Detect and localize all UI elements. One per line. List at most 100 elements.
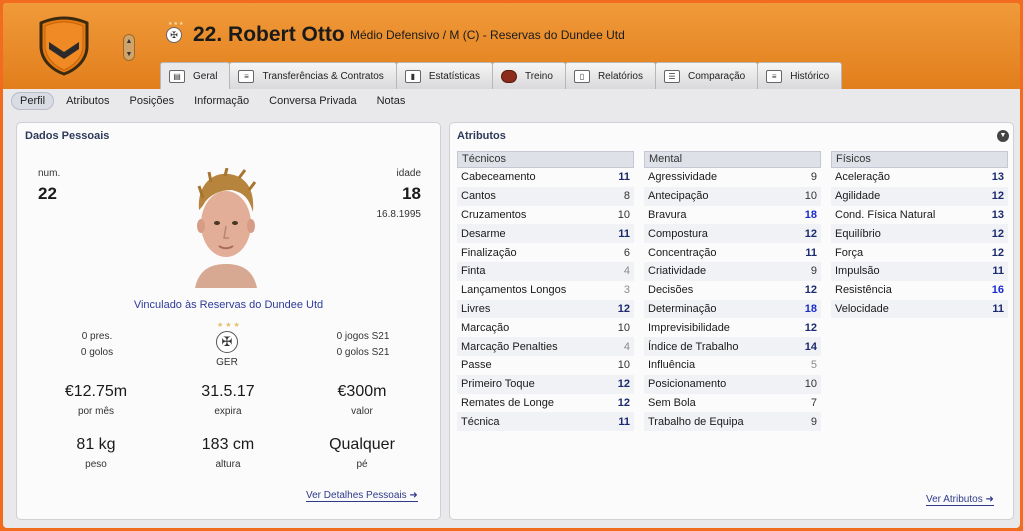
- tab-historico[interactable]: ≡ Histórico: [757, 62, 843, 89]
- attribute-name: Compostura: [648, 227, 708, 240]
- attribute-value: 5: [810, 359, 817, 372]
- attribute-row[interactable]: Impulsão 11: [831, 261, 1008, 281]
- subnav-posicoes[interactable]: Posições: [129, 95, 174, 107]
- view-attributes-link[interactable]: Ver Atributos ➜: [926, 494, 994, 506]
- attribute-row[interactable]: Cond. Física Natural 13: [831, 206, 1008, 225]
- tab-estatisticas[interactable]: ▮ Estatísticas: [395, 62, 493, 89]
- tab-label: Geral: [193, 70, 218, 82]
- attribute-name: Agressividade: [648, 171, 718, 184]
- attribute-value: 13: [991, 171, 1004, 184]
- attribute-name: Bravura: [648, 208, 687, 221]
- tab-transferencias[interactable]: ≡ Transferências & Contratos: [229, 62, 397, 89]
- view-personal-details-link[interactable]: Ver Detalhes Pessoais ➜: [306, 490, 418, 502]
- tab-label: Relatórios: [597, 70, 643, 82]
- attribute-name: Aceleração: [835, 171, 891, 184]
- number-label: num.: [38, 168, 61, 179]
- attribute-row[interactable]: Finalização 6: [457, 243, 634, 262]
- attribute-row[interactable]: Força 12: [831, 243, 1008, 262]
- attribute-row[interactable]: Determinação 18: [644, 299, 821, 319]
- attribute-value: 10: [804, 190, 817, 203]
- document-icon: ≡: [238, 69, 255, 83]
- market-value: €300m: [337, 383, 387, 400]
- attribute-row[interactable]: Índice de Trabalho 14: [644, 337, 821, 356]
- attribute-row[interactable]: Cabeceamento 11: [457, 168, 634, 187]
- attribute-row[interactable]: Livres 12: [457, 299, 634, 319]
- physical-attributes-column: Físicos Aceleração 13 Agilidade 12 Cond. Fís…: [831, 151, 1008, 319]
- attribute-name: Decisões: [648, 284, 694, 297]
- attribute-name: Concentração: [648, 246, 717, 259]
- attribute-row[interactable]: Velocidade 11: [831, 299, 1008, 319]
- attribute-row[interactable]: Passe 10: [457, 356, 634, 375]
- attribute-value: 11: [805, 246, 817, 259]
- attribute-row[interactable]: Posicionamento 10: [644, 374, 821, 394]
- attribute-value: 11: [992, 265, 1004, 278]
- subnav-atributos[interactable]: Atributos: [66, 95, 109, 107]
- attribute-value: 9: [810, 265, 817, 278]
- attribute-row[interactable]: Aceleração 13: [831, 168, 1008, 187]
- attribute-name: Equilíbrio: [835, 227, 881, 240]
- attribute-row[interactable]: Lançamentos Longos 3: [457, 281, 634, 300]
- subnav-conversa-privada[interactable]: Conversa Privada: [269, 95, 356, 107]
- attribute-row[interactable]: Decisões 12: [644, 281, 821, 300]
- attribute-value: 11: [618, 415, 630, 428]
- attribute-row[interactable]: Equilíbrio 12: [831, 224, 1008, 244]
- attribute-value: 18: [804, 302, 817, 315]
- u21-appearances: 0 jogos S21: [336, 331, 390, 342]
- attribute-row[interactable]: Finta 4: [457, 261, 634, 281]
- player-switch-stepper[interactable]: ▲ ▼: [123, 34, 135, 61]
- tab-geral[interactable]: ▤ Geral: [160, 62, 231, 89]
- attribute-name: Trabalho de Equipa: [648, 415, 744, 428]
- attribute-row[interactable]: Concentração 11: [644, 243, 821, 262]
- attribute-row[interactable]: Influência 5: [644, 356, 821, 375]
- attribute-name: Imprevisibilidade: [648, 321, 730, 334]
- tab-label: Transferências & Contratos: [262, 70, 384, 82]
- attribute-value: 4: [623, 265, 630, 278]
- attribute-row[interactable]: Técnica 11: [457, 412, 634, 432]
- attribute-row[interactable]: Criatividade 9: [644, 261, 821, 281]
- attribute-name: Resistência: [835, 284, 892, 297]
- attribute-row[interactable]: Agressividade 9: [644, 168, 821, 187]
- subnav-notas[interactable]: Notas: [377, 95, 406, 107]
- tab-label: Estatísticas: [428, 70, 480, 82]
- attribute-name: Antecipação: [648, 190, 709, 203]
- height-label: altura: [215, 459, 241, 470]
- player-name: 22. Robert Otto: [193, 23, 345, 46]
- attribute-value: 12: [804, 227, 817, 240]
- value-label: valor: [351, 406, 373, 417]
- chevron-down-icon[interactable]: ▼: [997, 130, 1009, 142]
- attribute-row[interactable]: Resistência 16: [831, 281, 1008, 300]
- mental-header: Mental: [644, 151, 821, 168]
- attribute-row[interactable]: Antecipação 10: [644, 186, 821, 206]
- attribute-row[interactable]: Marcação Penalties 4: [457, 337, 634, 356]
- tab-comparacao[interactable]: ☰ Comparação: [654, 62, 759, 89]
- chevron-down-icon[interactable]: ▼: [124, 48, 134, 61]
- tab-relatorios[interactable]: ▯ Relatórios: [564, 62, 656, 89]
- weight-label: peso: [85, 459, 107, 470]
- attribute-row[interactable]: Agilidade 12: [831, 186, 1008, 206]
- squad-number: 22: [38, 184, 57, 203]
- attribute-row[interactable]: Compostura 12: [644, 224, 821, 244]
- age-value: 18: [402, 184, 421, 203]
- club-contract-link[interactable]: Vinculado às Reservas do Dundee Utd: [16, 299, 441, 311]
- attribute-row[interactable]: Sem Bola 7: [644, 394, 821, 413]
- attribute-row[interactable]: Imprevisibilidade 12: [644, 318, 821, 337]
- attribute-row[interactable]: Bravura 18: [644, 206, 821, 225]
- attribute-row[interactable]: Cruzamentos 10: [457, 206, 634, 225]
- attribute-row[interactable]: Primeiro Toque 12: [457, 374, 634, 394]
- attribute-name: Força: [835, 246, 864, 259]
- germany-flag-icon: ✠: [216, 331, 238, 353]
- chevron-up-icon[interactable]: ▲: [124, 35, 134, 48]
- attribute-row[interactable]: Desarme 11: [457, 224, 634, 244]
- attribute-name: Posicionamento: [648, 378, 727, 391]
- subnav-informacao[interactable]: Informação: [194, 95, 249, 107]
- attribute-row[interactable]: Marcação 10: [457, 318, 634, 337]
- history-icon: ≡: [766, 69, 783, 83]
- attribute-value: 9: [810, 171, 817, 184]
- attribute-name: Índice de Trabalho: [648, 340, 739, 353]
- attribute-row[interactable]: Cantos 8: [457, 186, 634, 206]
- tab-treino[interactable]: Treino: [491, 62, 566, 89]
- attribute-value: 14: [804, 340, 817, 353]
- attribute-row[interactable]: Trabalho de Equipa 9: [644, 412, 821, 432]
- subnav-perfil[interactable]: Perfil: [11, 92, 55, 110]
- attribute-row[interactable]: Remates de Longe 12: [457, 394, 634, 413]
